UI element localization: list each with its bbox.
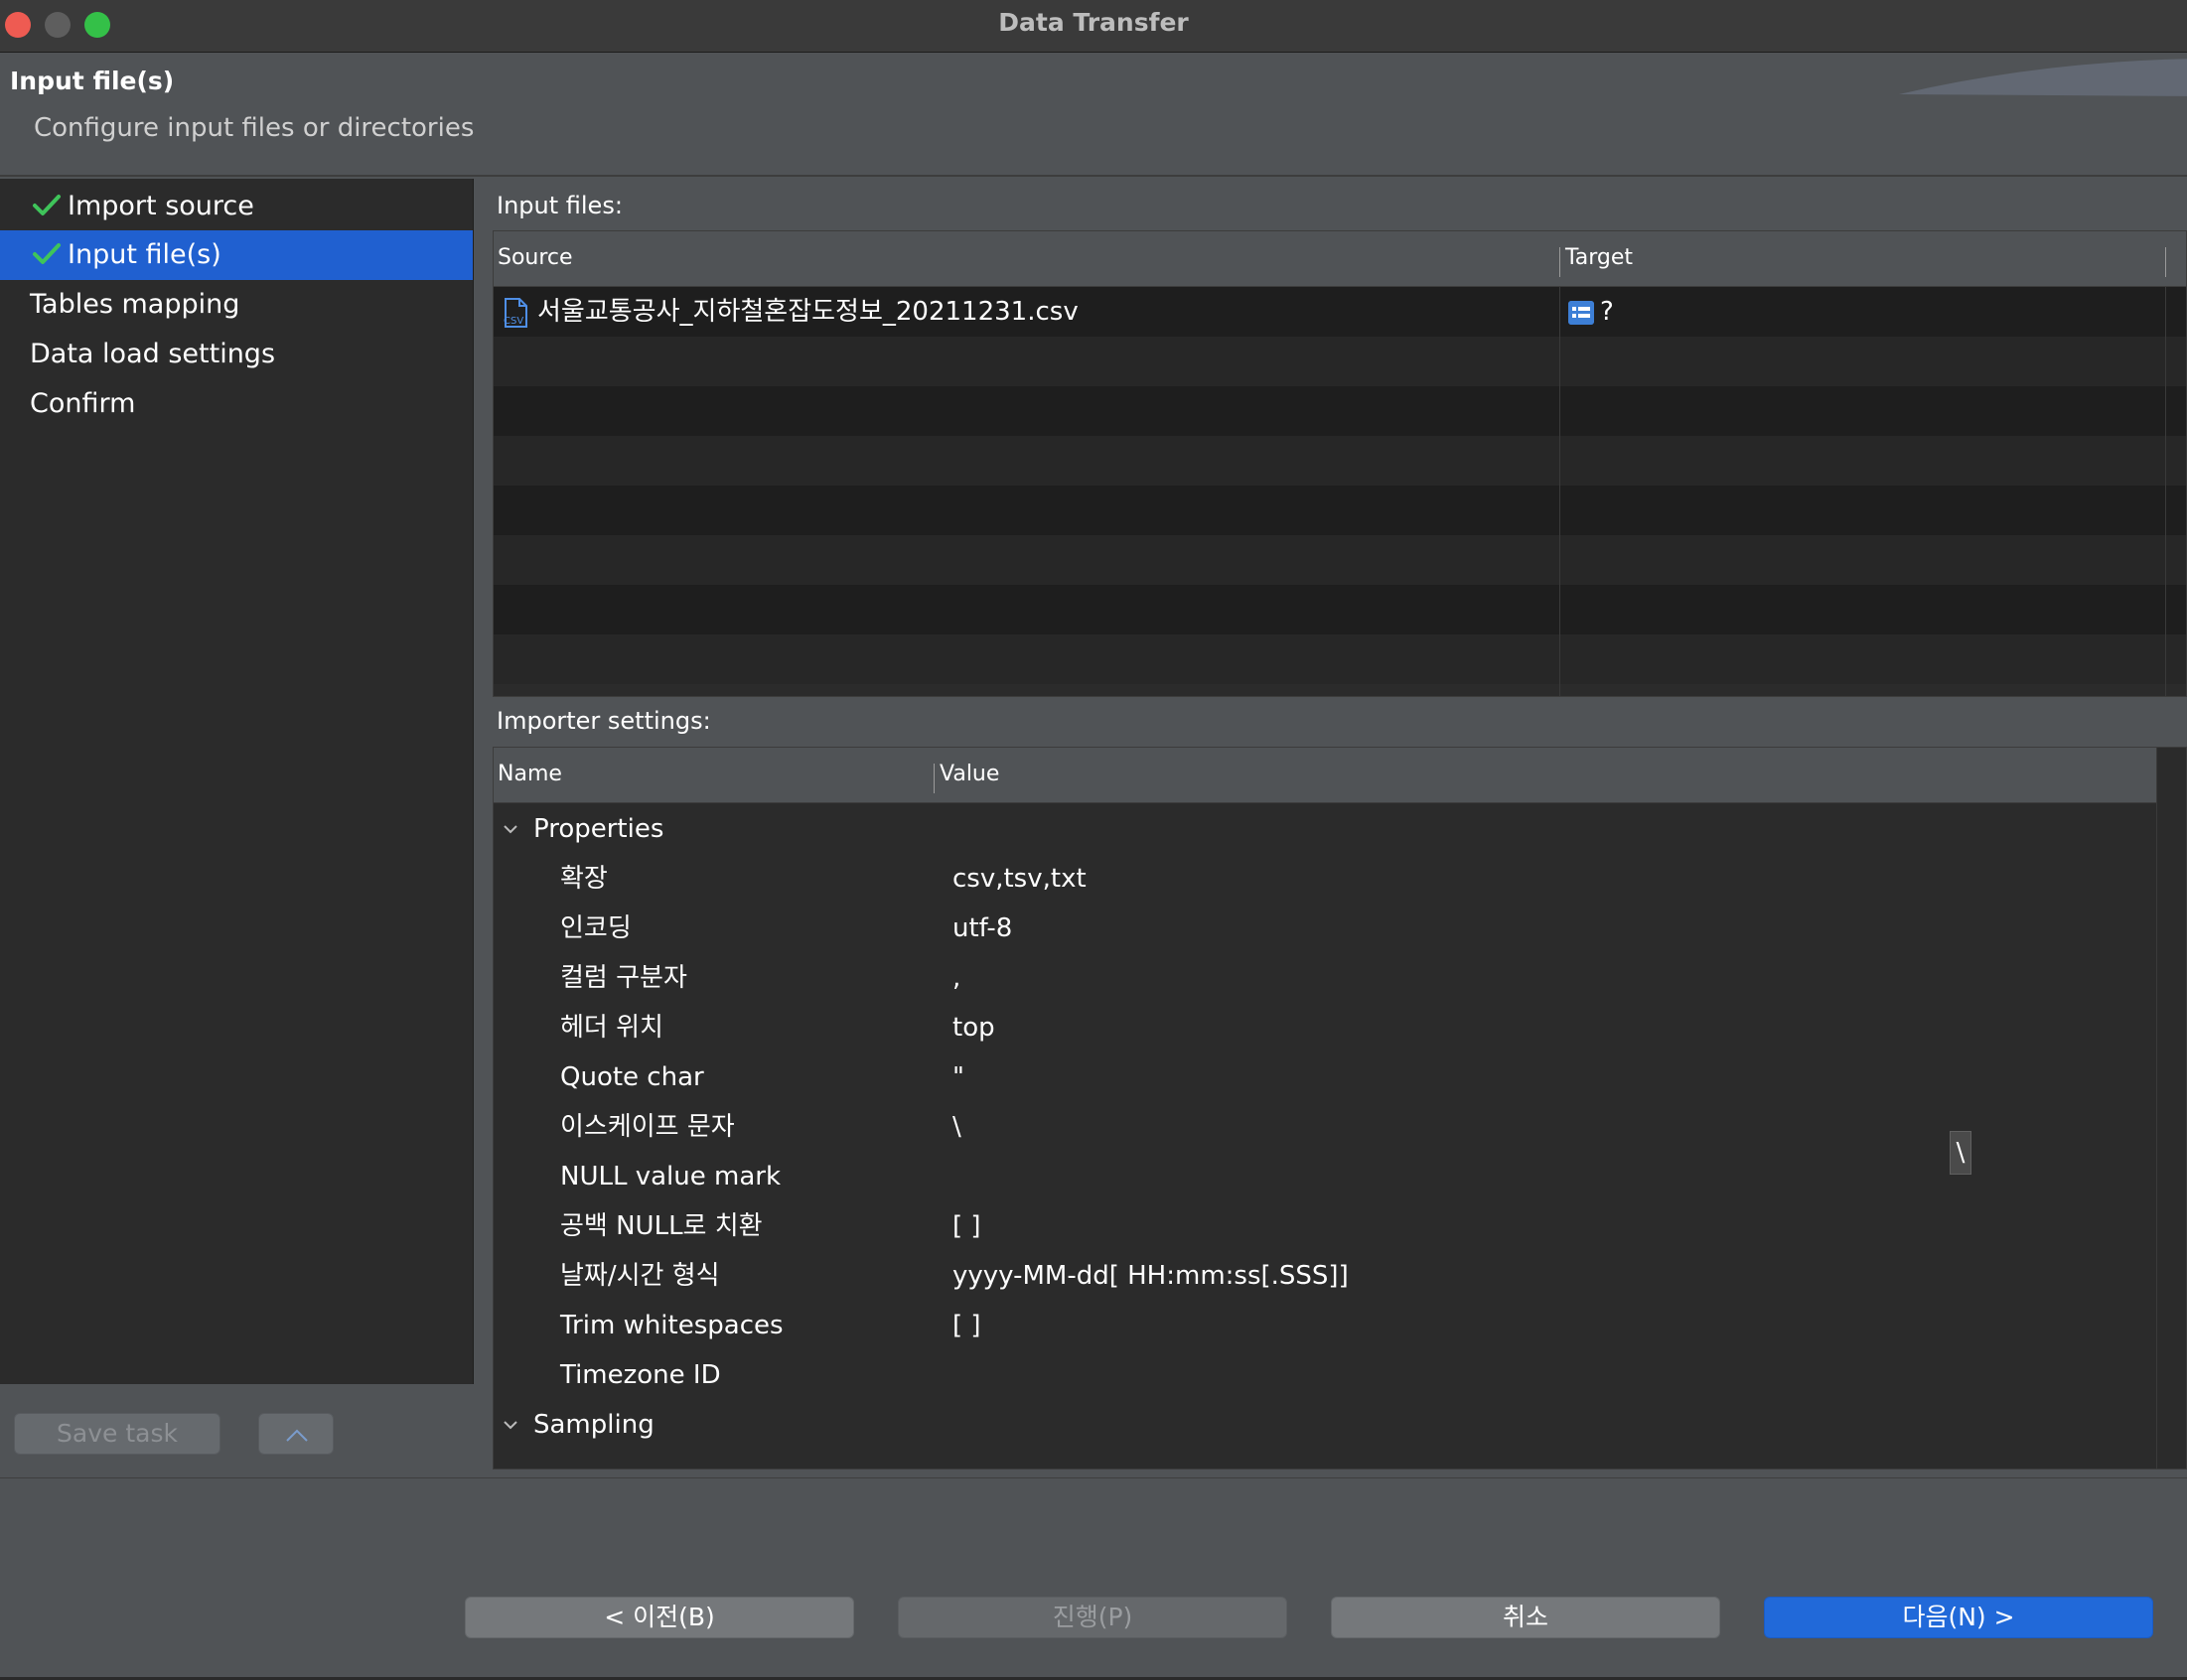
check-icon [33,243,61,264]
source-file-name: 서울교통공사_지하철혼잡도정보_20211231.csv [537,297,1079,327]
input-files-page: Input files: Source Target CSV 서울교통공사_지하… [481,179,2187,1470]
property-row-column-delimiter[interactable]: 컬럼 구분자 , [494,953,2186,1003]
table-row-empty [494,486,2186,535]
page-title: Input file(s) [10,67,175,95]
table-row-empty [494,585,2186,634]
property-value[interactable]: " [952,1052,964,1102]
property-row-encoding[interactable]: 인코딩 utf-8 [494,904,2186,953]
csv-file-icon: CSV [504,298,527,328]
column-header-source[interactable]: Source [494,231,573,287]
importer-settings-label: Importer settings: [497,707,711,735]
proceed-button[interactable]: 진행(P) [898,1597,1287,1638]
chevron-down-icon[interactable] [502,1416,519,1434]
back-button[interactable]: < 이전(B) [465,1597,854,1638]
column-line [1559,287,1560,696]
task-controls: Save task [0,1384,479,1477]
nav-item-data-load-settings[interactable]: Data load settings [0,330,473,379]
cancel-button[interactable]: 취소 [1331,1597,1720,1638]
property-row-header-position[interactable]: 헤더 위치 top [494,1003,2186,1052]
column-header-name[interactable]: Name [494,748,562,803]
property-name: 이스케이프 문자 [560,1112,735,1142]
table-header: Source Target [494,231,2186,287]
nav-item-import-source[interactable]: Import source [0,182,473,231]
property-value[interactable]: , [952,953,960,1003]
target-value: ? [1600,297,1614,327]
group-name: Sampling [533,1410,655,1440]
property-row-escape-char[interactable]: 이스케이프 문자 \ [494,1102,2186,1152]
property-name: 컬럼 구분자 [560,963,687,993]
escape-char-editor[interactable]: \ [1950,1131,1971,1175]
column-divider[interactable] [934,764,935,793]
next-button[interactable]: 다음(N) > [1764,1597,2153,1638]
nav-item-input-files[interactable]: Input file(s) [0,230,473,280]
save-task-button[interactable]: Save task [14,1413,220,1455]
chevron-up-icon [286,1429,308,1442]
column-divider[interactable] [1559,247,1560,277]
property-row-timezone-id[interactable]: Timezone ID [494,1350,2186,1400]
nav-item-label: Tables mapping [30,289,240,320]
column-header-value[interactable]: Value [936,748,999,803]
property-name: 인코딩 [560,913,632,943]
task-menu-button[interactable] [258,1413,334,1455]
property-name: 날짜/시간 형식 [560,1261,720,1291]
banner-decoration-icon [1899,59,2187,96]
chevron-down-icon[interactable] [502,820,519,838]
nav-item-label: Confirm [30,388,136,419]
property-name: 확장 [560,864,608,894]
property-value[interactable]: csv,tsv,txt [952,854,1087,904]
column-header-target[interactable]: Target [1561,231,1633,287]
input-files-label: Input files: [497,192,623,219]
group-name: Properties [533,814,664,844]
table-header: Name Value [494,748,2186,803]
table-row-empty [494,634,2186,684]
nav-item-confirm[interactable]: Confirm [0,379,473,429]
property-row-empty-to-null[interactable]: 공백 NULL로 치환 [ ] [494,1201,2186,1251]
title-bar: Data Transfer [0,0,2187,53]
property-row-null-value-mark[interactable]: NULL value mark [494,1152,2186,1201]
property-name: Timezone ID [560,1360,721,1390]
property-row-quote-char[interactable]: Quote char " [494,1052,2186,1102]
wizard-footer: < 이전(B) 진행(P) 취소 다음(N) > [0,1477,2187,1680]
nav-item-tables-mapping[interactable]: Tables mapping [0,280,473,330]
importer-settings-table: Name Value Properties 확장 csv,tsv,txt 인코딩… [493,747,2187,1470]
nav-item-label: Import source [68,191,254,221]
group-row-properties[interactable]: Properties [494,804,2186,854]
property-name: 헤더 위치 [560,1013,663,1043]
property-name: NULL value mark [560,1162,782,1191]
column-divider[interactable] [2165,247,2166,277]
window-title: Data Transfer [998,8,1189,37]
group-row-sampling[interactable]: Sampling [494,1400,2186,1450]
property-value[interactable]: yyyy-MM-dd[ HH:mm:ss[.SSS]] [952,1251,1349,1301]
column-line [2165,287,2166,696]
table-row-empty [494,337,2186,386]
svg-text:CSV: CSV [504,316,523,327]
property-row-datetime-format[interactable]: 날짜/시간 형식 yyyy-MM-dd[ HH:mm:ss[.SSS]] [494,1251,2186,1301]
property-name: Trim whitespaces [560,1311,784,1340]
nav-item-label: Input file(s) [68,239,221,270]
property-name: 공백 NULL로 치환 [560,1211,763,1241]
property-value[interactable]: top [952,1003,995,1052]
nav-item-label: Data load settings [30,339,276,369]
vertical-scrollbar[interactable] [2156,748,2186,1469]
checkbox-value[interactable]: [ ] [952,1201,981,1251]
input-files-table: Source Target CSV 서울교통공사_지하철혼잡도정보_202112… [493,230,2187,697]
table-row-empty [494,386,2186,436]
property-row-trim-whitespaces[interactable]: Trim whitespaces [ ] [494,1301,2186,1350]
property-value[interactable]: utf-8 [952,904,1012,953]
table-row[interactable]: CSV 서울교통공사_지하철혼잡도정보_20211231.csv ? [494,287,2186,337]
check-icon [33,195,61,215]
property-name: Quote char [560,1062,704,1092]
property-value[interactable]: \ [952,1102,961,1152]
table-row-empty [494,436,2186,486]
page-description: Configure input files or directories [34,113,475,143]
checkbox-value[interactable]: [ ] [952,1301,981,1350]
property-row-extension[interactable]: 확장 csv,tsv,txt [494,854,2186,904]
wizard-header: Input file(s) Configure input files or d… [0,53,2187,177]
wizard-nav: Import source Input file(s) Tables mappi… [0,179,474,1384]
table-row-empty [494,535,2186,585]
table-icon [1568,301,1594,325]
